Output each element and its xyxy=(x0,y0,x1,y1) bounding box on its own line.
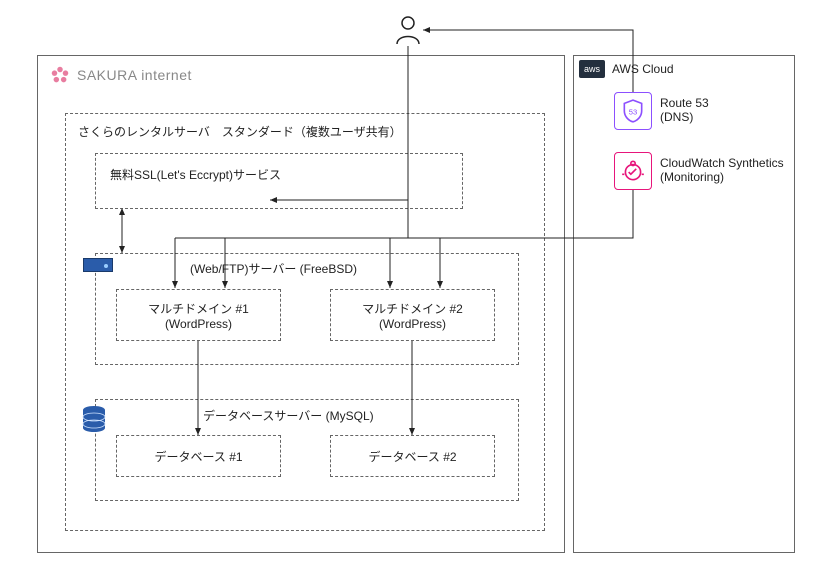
db1-box: データベース #1 xyxy=(116,435,281,477)
database-icon xyxy=(81,405,105,440)
aws-box xyxy=(573,55,795,553)
cloudwatch-title: CloudWatch Synthetics xyxy=(660,156,784,170)
sakura-logo: SAKURA internet xyxy=(49,64,192,86)
multidomain2-title: マルチドメイン #2 xyxy=(362,300,463,317)
route53-icon: 53 xyxy=(614,92,652,130)
db2-label: データベース #2 xyxy=(368,448,456,465)
diagram-root: SAKURA internet さくらのレンタルサーバ スタンダード（複数ユーザ… xyxy=(0,0,823,580)
web-server-label: (Web/FTP)サーバー (FreeBSD) xyxy=(190,260,357,277)
cloudwatch-sub: (Monitoring) xyxy=(660,170,724,184)
rental-server-label: さくらのレンタルサーバ スタンダード（複数ユーザ共有） xyxy=(78,123,402,140)
ssl-label: 無料SSL(Let's Eccrypt)サービス xyxy=(110,166,281,183)
sakura-flower-icon xyxy=(49,64,71,86)
multidomain2-sub: (WordPress) xyxy=(379,317,446,331)
db1-label: データベース #1 xyxy=(154,448,242,465)
route53-sub: (DNS) xyxy=(660,110,693,124)
multidomain1-sub: (WordPress) xyxy=(165,317,232,331)
multidomain1-box: マルチドメイン #1 (WordPress) xyxy=(116,289,281,341)
route53-title: Route 53 xyxy=(660,96,709,110)
aws-logo-icon: aws xyxy=(579,60,605,78)
cloudwatch-icon xyxy=(614,152,652,190)
db-server-label: データベースサーバー (MySQL) xyxy=(203,407,374,424)
svg-text:53: 53 xyxy=(629,107,637,116)
aws-title: AWS Cloud xyxy=(612,62,674,76)
server-icon xyxy=(83,258,113,272)
multidomain2-box: マルチドメイン #2 (WordPress) xyxy=(330,289,495,341)
sakura-brand-text: SAKURA internet xyxy=(77,67,192,83)
multidomain1-title: マルチドメイン #1 xyxy=(148,300,249,317)
db2-box: データベース #2 xyxy=(330,435,495,477)
user-icon xyxy=(393,14,423,49)
